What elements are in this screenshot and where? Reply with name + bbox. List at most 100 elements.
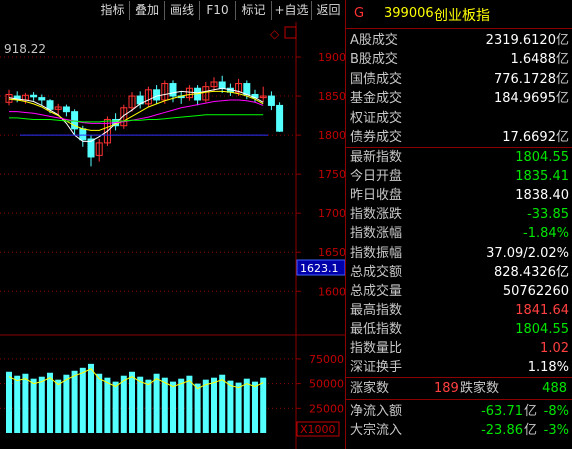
volume-tick-label: 25000 [309,402,344,415]
down-count-value: 488 [542,381,567,396]
index-row-value: 37.09/2.02% [486,245,569,261]
volume-bar [194,383,201,433]
up-count-value: 189 [434,381,459,396]
price-tick-label: 1900 [318,51,345,64]
price-tick-label: 1850 [318,90,345,103]
overlay-button[interactable]: 叠加 [130,1,165,20]
volume-bar [22,373,29,433]
mark-button[interactable]: 标记 [236,1,272,20]
index-row-value: 1838.40 [515,188,569,204]
indicator-button[interactable]: 指标 [96,1,130,20]
volume-bar [186,375,193,433]
back-button[interactable]: 返回 [312,1,345,20]
index-row-value: 50762260 [502,283,569,299]
index-row-label: 今日开盘 [350,169,403,185]
index-row-label: 最高指数 [350,302,403,318]
volume-tick-label: 50000 [309,378,344,391]
volume-bar [6,371,12,433]
index-row-label: 最新指数 [350,150,403,165]
volume-bar [211,377,217,433]
ma-line [8,90,264,131]
volume-bar [178,378,185,433]
square-icon[interactable] [284,26,297,39]
flow-unit: 亿 [523,404,537,419]
volume-bar [47,372,53,433]
index-row-value: 1835.41 [515,169,569,185]
index-row-value: 1841.64 [515,302,569,318]
turnover-row-value: 17.6692亿 [502,130,569,145]
index-row-label: 昨日收盘 [350,188,403,204]
volume-bar [14,375,21,433]
index-row: 最高指数 1841.64 [350,301,569,320]
candle-body [46,100,54,110]
turnover-row-unit: 亿 [555,33,569,48]
volume-bar [161,377,168,433]
separator [346,377,572,378]
price-tick-label: 1700 [318,207,345,220]
index-row: 昨日收盘 1838.40 [350,186,569,205]
index-name: 创业板指 [434,8,490,24]
volume-bar [71,370,78,433]
separator [346,399,572,400]
turnover-row: 权证成交 [350,109,569,128]
volume-bars [6,363,267,433]
turnover-row-value: 2319.6120亿 [485,33,569,48]
market-g-icon: G [354,6,365,21]
index-row-value: 828.4326亿 [493,264,569,280]
volume-bar [120,375,127,433]
turnover-row-label: A股成交 [350,33,398,48]
turnover-row: 国债成交 776.1728亿 [350,70,569,89]
volume-bar [252,381,258,433]
flow-unit: 亿 [523,423,537,438]
down-count-label: 跌家数 [460,381,500,396]
diamond-icon[interactable]: ◇ [270,27,280,41]
high-price-label: 918.22 [4,42,46,56]
volume-bar [96,373,103,433]
add-watchlist-button[interactable]: +自选 [272,1,312,20]
price-tick-label: 1600 [318,285,345,298]
flow-label: 净流入额 [350,404,403,419]
volume-bar [170,381,176,433]
index-row: 指数涨跌 -33.85 [350,205,569,224]
f10-button[interactable]: F10 [200,1,236,20]
index-row-label: 指数振幅 [350,245,403,261]
flow-value: -23.86 [481,423,523,438]
quote-header: G 399006 创业板指 [346,0,572,28]
kline-chart[interactable]: 1900 1850 1800 1750 1700 1650 1600 75000 50000 25… [0,22,345,449]
price-axis: 1900 1850 1800 1750 1700 1650 1600 75000 50000 25… [296,51,345,415]
index-row: 指数振幅 37.09/2.02% [350,244,569,263]
index-row-value: -33.85 [527,207,569,223]
flow-row: 净流入额 -63.71 亿 -8% [350,402,569,421]
turnover-row-value: 184.9695亿 [493,91,569,107]
candle-body [30,94,38,98]
index-row: 最低指数 1804.55 [350,320,569,339]
turnover-row-value: 776.1728亿 [493,71,569,87]
index-row-value: -1.84% [523,226,569,242]
price-tick-label: 1750 [318,168,345,181]
turnover-row: 基金成交 184.9695亿 [350,89,569,108]
index-row-label: 最低指数 [350,321,403,337]
turnover-row: A股成交 2319.6120亿 [350,31,569,50]
candle-body [79,128,87,141]
index-row-label: 深证换手 [350,360,403,376]
volume-bar [129,371,135,433]
index-row-value: 1.02 [540,341,569,356]
draw-line-button[interactable]: 画线 [165,1,200,20]
volume-bar [153,373,160,433]
volume-bar [219,374,226,433]
volume-bar [243,378,250,433]
chart-toolbar: 指标 叠加 画线 F10 标记 +自选 返回 [0,0,345,22]
candle-body [276,104,284,132]
candle-body [62,106,70,113]
index-row-label: 指数涨幅 [350,226,403,242]
index-row-value: 1.18% [527,360,569,376]
index-row: 深证换手 1.18% [350,358,569,377]
candle-body [38,97,46,101]
price-tick-label: 1800 [318,129,345,142]
index-row-label: 指数量比 [350,341,403,356]
flow-pct: -8% [543,404,569,419]
up-count-label: 涨家数 [350,381,390,396]
volume-unit-label: X1000 [300,423,336,436]
flow-value: -63.71 [481,404,523,419]
candle-body [218,81,226,89]
